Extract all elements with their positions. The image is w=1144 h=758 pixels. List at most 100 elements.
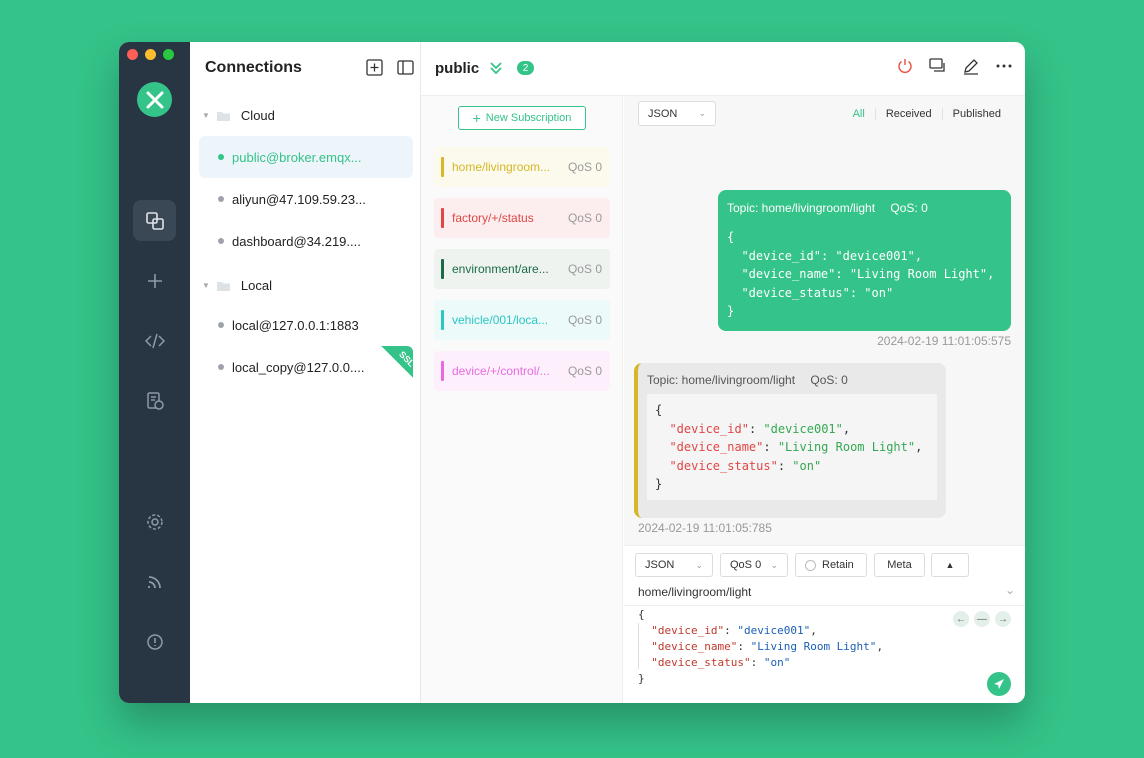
composer-payload-editor[interactable]: { "device_id": "device001", "device_name… (638, 607, 883, 687)
ssl-badge: SSL (381, 346, 413, 378)
subscription-topic: factory/+/status (452, 211, 534, 225)
edit-pencil-icon[interactable] (962, 57, 980, 80)
collapse-composer-button[interactable]: ▲ (931, 553, 969, 577)
composer-topic-input[interactable]: home/livingroom/light ⌄ (638, 583, 1015, 599)
payload-format-select[interactable]: JSON ⌄ (638, 101, 716, 126)
connection-label: dashboard@34.219.... (232, 233, 361, 249)
subscription-item[interactable]: home/livingroom... QoS 0 (434, 147, 610, 187)
expand-subscriptions-icon[interactable] (489, 61, 503, 80)
group-local[interactable]: ▼ Local (202, 278, 272, 293)
subscription-qos: QoS 0 (567, 364, 602, 378)
log-nav-icon[interactable] (133, 380, 176, 421)
subscription-item[interactable]: device/+/control/... QoS 0 (434, 351, 610, 391)
status-dot (218, 196, 224, 202)
connection-item[interactable]: dashboard@34.219.... (199, 220, 413, 262)
group-cloud[interactable]: ▼ Cloud (202, 108, 275, 123)
folder-icon (216, 111, 230, 121)
subscription-topic: vehicle/001/loca... (452, 313, 549, 327)
subscription-qos: QoS 0 (567, 313, 602, 327)
filter-published[interactable]: Published (941, 108, 1011, 120)
subscription-color-bar (441, 259, 444, 279)
subscription-item[interactable]: factory/+/status QoS 0 (434, 198, 610, 238)
subscription-color-bar (441, 157, 444, 177)
folder-icon (216, 281, 230, 291)
group-label: Cloud (240, 108, 275, 123)
subscription-qos: QoS 0 (567, 211, 602, 225)
app-window: Connections ▼ Cloud public@broker.emqx..… (119, 42, 1025, 703)
send-button[interactable] (987, 672, 1011, 696)
subscription-qos: QoS 0 (567, 262, 602, 276)
filter-received[interactable]: Received (874, 108, 942, 120)
retain-checkbox[interactable]: Retain (795, 553, 867, 577)
message-payload: { "device_id": "device001", "device_name… (727, 230, 995, 318)
new-subscription-button[interactable]: + New Subscription (458, 106, 586, 130)
subscriptions-panel: + New Subscription home/livingroom... QoS… (421, 96, 623, 703)
connection-label: local@127.0.0.1:1883 (232, 317, 359, 333)
message-payload: { "device_id": "device001", "device_name… (647, 394, 937, 500)
connections-panel: Connections ▼ Cloud public@broker.emqx..… (190, 42, 421, 703)
subscription-item[interactable]: vehicle/001/loca... QoS 0 (434, 300, 610, 340)
connection-name: public (435, 60, 480, 77)
main-area: public 2 + New Subscription home/livingr… (421, 42, 1025, 703)
subscription-color-bar (441, 361, 444, 381)
connections-title: Connections (205, 59, 302, 76)
more-options-icon[interactable] (995, 57, 1013, 80)
message-topic: Topic: home/livingroom/light (647, 373, 796, 387)
messages-panel-icon[interactable] (929, 57, 947, 80)
status-dot (218, 322, 224, 328)
filter-all[interactable]: All (843, 108, 875, 120)
subscription-topic: home/livingroom... (452, 160, 551, 174)
new-group-icon[interactable] (366, 59, 383, 81)
message-topic: Topic: home/livingroom/light (727, 201, 876, 215)
composer-format-select[interactable]: JSON ⌄ (635, 553, 713, 577)
message-timestamp: 2024-02-19 11:01:05:785 (638, 521, 772, 535)
toggle-sidebar-icon[interactable] (397, 59, 414, 81)
group-label: Local (240, 278, 272, 293)
nav-rail (119, 42, 190, 703)
connection-header: public 2 (421, 42, 1025, 96)
connection-label: public@broker.emqx... (232, 149, 362, 165)
history-reset-icon[interactable]: — (974, 611, 990, 627)
subscription-topic: environment/are... (452, 262, 549, 276)
chevron-down-icon: ⌄ (1004, 583, 1015, 597)
rss-feed-icon[interactable] (133, 561, 176, 602)
settings-gear-icon[interactable] (133, 501, 176, 542)
subscription-item[interactable]: environment/are... QoS 0 (434, 249, 610, 289)
radio-circle-icon (805, 559, 816, 571)
message-filter-tabs: All Received Published (843, 108, 1011, 120)
history-back-icon[interactable]: ← (953, 611, 969, 627)
close-window-button[interactable] (127, 49, 138, 60)
history-forward-icon[interactable]: → (995, 611, 1011, 627)
new-connection-nav-icon[interactable] (133, 260, 176, 301)
subscription-count-badge: 2 (517, 61, 534, 75)
message-timestamp: 2024-02-19 11:01:05:575 (877, 334, 1011, 348)
maximize-window-button[interactable] (163, 49, 174, 60)
message-qos: QoS: 0 (810, 373, 848, 387)
connections-nav-icon[interactable] (133, 200, 176, 241)
plus-icon: + (472, 110, 481, 126)
disconnect-power-icon[interactable] (896, 57, 914, 80)
connection-item[interactable]: public@broker.emqx... (199, 136, 413, 178)
minimize-window-button[interactable] (145, 49, 156, 60)
editor-indent-guide (638, 623, 639, 669)
chevron-down-icon: ⌄ (698, 108, 706, 118)
message-composer: JSON ⌄ QoS 0 ⌄ Retain Meta ▲ home/living… (624, 545, 1025, 703)
connection-item[interactable]: local_copy@127.0.0.... SSL (199, 346, 413, 388)
messages-area: JSON ⌄ All Received Published Topic: hom… (624, 96, 1025, 545)
caret-up-icon: ▲ (945, 560, 955, 570)
connection-item[interactable]: aliyun@47.109.59.23... (199, 178, 413, 220)
published-message: Topic: home/livingroom/light QoS: 0 { "d… (718, 190, 1011, 331)
script-nav-icon[interactable] (133, 320, 176, 361)
connection-item[interactable]: local@127.0.0.1:1883 (199, 304, 413, 346)
composer-qos-select[interactable]: QoS 0 ⌄ (720, 553, 788, 577)
status-dot (218, 238, 224, 244)
status-dot (218, 364, 224, 370)
received-message: Topic: home/livingroom/light QoS: 0 { "d… (634, 363, 946, 518)
window-controls (127, 49, 174, 60)
about-info-icon[interactable] (133, 621, 176, 662)
caret-down-icon: ▼ (202, 281, 210, 290)
subscription-topic: device/+/control/... (452, 364, 550, 378)
subscription-qos: QoS 0 (567, 160, 602, 174)
chevron-down-icon: ⌄ (770, 559, 778, 570)
meta-button[interactable]: Meta (874, 553, 925, 577)
